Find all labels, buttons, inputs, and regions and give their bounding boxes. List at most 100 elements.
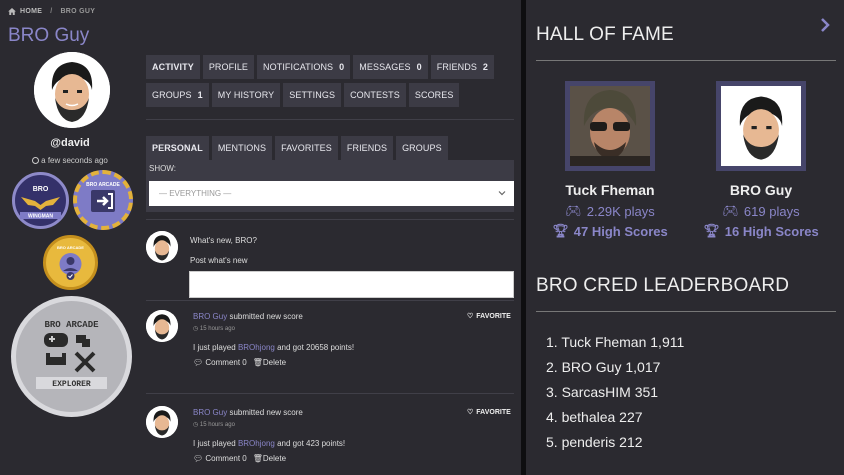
trophy-icon: 🏆︎ xyxy=(703,223,720,238)
subtab-groups[interactable]: GROUPS xyxy=(396,136,448,160)
breadcrumb-home-link[interactable]: HOME xyxy=(20,8,42,15)
badge-arcade[interactable]: BRO ARCADE xyxy=(73,170,133,230)
tab-profile-label: PROFILE xyxy=(208,62,249,72)
activity-meta: 💬︎ Comment 0 🗑︎Delete xyxy=(193,358,286,367)
avatar[interactable] xyxy=(146,406,178,438)
leaderboard-item[interactable]: 3. SarcasHIM 351 xyxy=(546,384,684,409)
leaderboard-item[interactable]: 4. bethalea 227 xyxy=(546,409,684,434)
divider xyxy=(146,119,514,120)
tab-scores-label: SCORES xyxy=(414,90,454,100)
home-icon xyxy=(8,8,16,15)
breadcrumb-current: BRO GUY xyxy=(60,8,96,15)
comment-button[interactable]: 💬︎ Comment 0 xyxy=(193,358,247,367)
activity-text-before: I just played xyxy=(193,439,236,448)
filter-select[interactable]: — EVERYTHING — xyxy=(149,181,514,206)
chevron-right-icon[interactable] xyxy=(820,18,830,32)
filter-label: SHOW: xyxy=(149,164,176,173)
tab-settings-label: SETTINGS xyxy=(289,90,336,100)
leaderboard-item[interactable]: 1. Tuck Fheman 1,911 xyxy=(546,334,684,359)
delete-button[interactable]: 🗑︎Delete xyxy=(253,358,286,367)
subtab-favorites[interactable]: FAVORITES xyxy=(275,136,338,160)
gamepad-icon: 🎮︎ xyxy=(565,203,582,218)
leaderboard-item[interactable]: 5. penderis 212 xyxy=(546,434,684,459)
tab-messages[interactable]: MESSAGES 0 xyxy=(353,55,428,79)
tab-contests[interactable]: CONTESTS xyxy=(344,83,406,107)
divider xyxy=(536,60,836,61)
activity-text-before: I just played xyxy=(193,343,236,352)
groups-count: 1 xyxy=(197,90,203,100)
badge-gold[interactable]: BRO ARCADE xyxy=(43,235,98,290)
tab-profile[interactable]: PROFILE xyxy=(202,55,255,79)
avatar[interactable] xyxy=(146,231,178,263)
activity-action: submitted new score xyxy=(229,312,303,321)
hall-of-fame-title: HALL OF FAME xyxy=(536,24,674,45)
hof-plays-text: 619 plays xyxy=(743,203,800,219)
heart-icon: ♡ xyxy=(467,409,474,416)
badge-wingman[interactable]: BRO WINGMAN xyxy=(12,172,69,229)
tab-settings[interactable]: SETTINGS xyxy=(283,83,342,107)
avatar xyxy=(721,86,801,166)
tab-messages-label: MESSAGES xyxy=(359,62,411,72)
activity-game-link[interactable]: BROhjong xyxy=(238,343,275,352)
activity-user-link[interactable]: BRO Guy xyxy=(193,408,227,417)
favorite-button[interactable]: ♡ FAVORITE xyxy=(467,408,511,417)
activity-game-link[interactable]: BROhjong xyxy=(238,439,275,448)
hof-plays-text: 2.29K plays xyxy=(586,203,655,219)
comment-button[interactable]: 💬︎ Comment 0 xyxy=(193,454,247,463)
chevron-down-icon xyxy=(498,191,506,196)
activity-subnav: PERSONAL MENTIONS FAVORITES FRIENDS GROU… xyxy=(146,136,448,160)
subtab-personal[interactable]: PERSONAL xyxy=(146,136,209,160)
hof-plays: 🎮︎ 2.29K plays xyxy=(535,203,685,219)
subtab-mentions[interactable]: MENTIONS xyxy=(211,136,273,160)
breadcrumb-separator: / xyxy=(50,8,53,15)
tab-my-history[interactable]: MY HISTORY xyxy=(211,83,281,107)
leaderboard-item[interactable]: 2. BRO Guy 1,017 xyxy=(546,359,684,384)
comment-label: Comment 0 xyxy=(205,358,247,367)
tab-my-history-label: MY HISTORY xyxy=(217,90,275,100)
avatar[interactable] xyxy=(34,52,110,128)
activity-header: BRO Guy submitted new score xyxy=(193,312,303,321)
comment-icon: 💬︎ xyxy=(193,454,204,463)
badge-explorer[interactable]: BRO ARCADE EXPLORER xyxy=(11,296,132,417)
username: @david xyxy=(50,137,90,149)
activity-time: ◷ 15 hours ago xyxy=(193,326,235,332)
hof-avatar-frame[interactable] xyxy=(716,81,806,171)
tab-friends[interactable]: FRIENDS 2 xyxy=(430,55,495,79)
tab-notifications-label: NOTIFICATIONS xyxy=(263,62,334,72)
delete-label: Delete xyxy=(262,454,287,463)
tab-friends-label: FRIENDS xyxy=(436,62,477,72)
favorite-button[interactable]: ♡ FAVORITE xyxy=(467,312,511,321)
filter-select-value: — EVERYTHING — xyxy=(159,189,232,198)
hof-plays: 🎮︎ 619 plays xyxy=(686,203,836,219)
trash-icon: 🗑︎ xyxy=(252,358,263,367)
activity-text-after: and got 423 points! xyxy=(277,439,346,448)
page-title: BRO Guy xyxy=(8,25,90,46)
sidebar: HALL OF FAME Tuck Fheman 🎮︎ 2.29K plays 🏆… xyxy=(526,0,844,475)
profile-panel: HOME / BRO GUY BRO Guy @david a few seco… xyxy=(0,0,521,475)
activity-header: BRO Guy submitted new score xyxy=(193,408,303,417)
hof-name[interactable]: BRO Guy xyxy=(686,182,836,198)
delete-button[interactable]: 🗑︎Delete xyxy=(253,454,286,463)
favorite-label: FAVORITE xyxy=(476,408,511,416)
hof-high-scores: 🏆︎ 47 High Scores xyxy=(535,223,685,239)
avatar[interactable] xyxy=(146,310,178,342)
hof-avatar-frame[interactable] xyxy=(565,81,655,171)
hof-name[interactable]: Tuck Fheman xyxy=(535,182,685,198)
tab-scores[interactable]: SCORES xyxy=(408,83,460,107)
activity-user-link[interactable]: BRO Guy xyxy=(193,312,227,321)
subtab-friends[interactable]: FRIENDS xyxy=(340,136,394,160)
hof-high-scores-text: 16 High Scores xyxy=(724,223,819,239)
activity-action: submitted new score xyxy=(229,408,303,417)
tab-activity[interactable]: ACTIVITY xyxy=(146,55,200,79)
messages-count: 0 xyxy=(416,62,422,72)
whats-new-input[interactable] xyxy=(189,271,514,298)
tab-notifications[interactable]: NOTIFICATIONS 0 xyxy=(257,55,351,79)
clock-icon xyxy=(32,157,40,164)
leaderboard-list: 1. Tuck Fheman 1,911 2. BRO Guy 1,017 3.… xyxy=(546,334,684,459)
badge-wingman-bottom: WINGMAN xyxy=(28,214,53,220)
notifications-count: 0 xyxy=(339,62,345,72)
tab-groups[interactable]: GROUPS 1 xyxy=(146,83,209,107)
divider xyxy=(146,300,514,301)
gamepad-icon: 🎮︎ xyxy=(722,203,739,218)
last-active: a few seconds ago xyxy=(0,156,140,165)
